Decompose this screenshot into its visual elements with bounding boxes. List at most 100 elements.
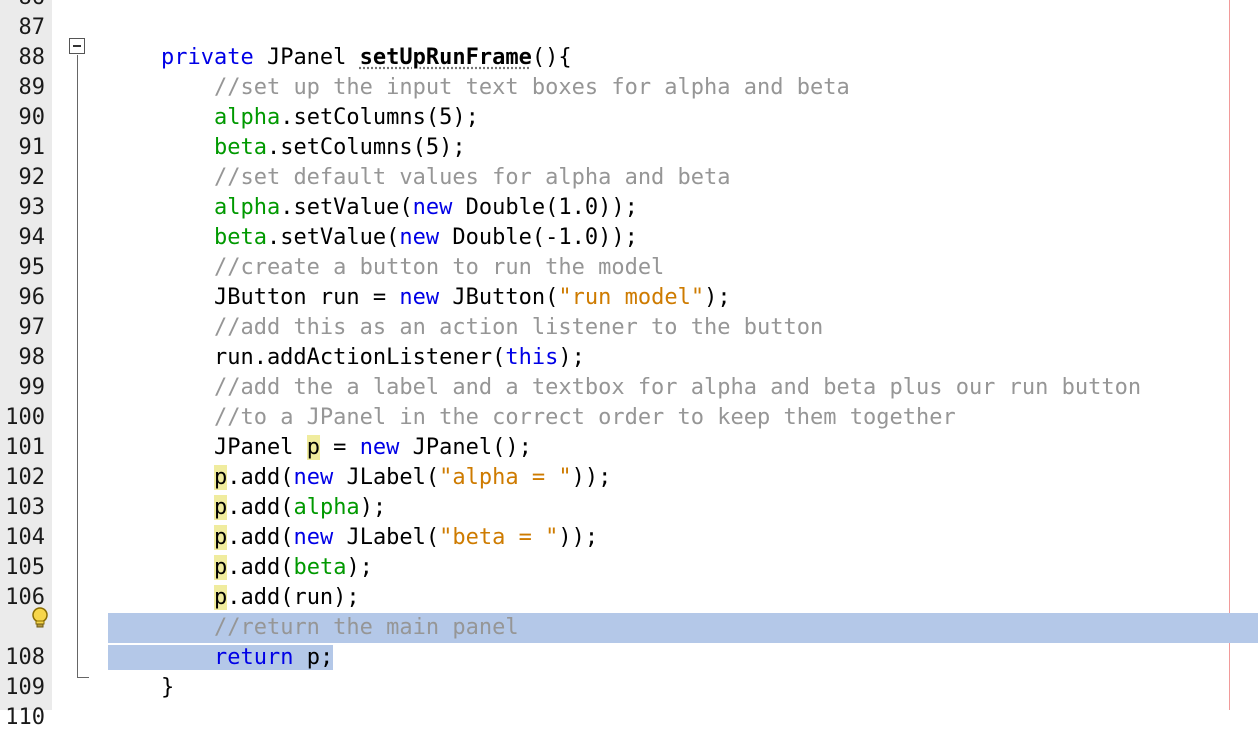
code-line[interactable]: 103 p.add(alpha); bbox=[0, 493, 1258, 523]
code-line[interactable]: 108 return p; bbox=[0, 643, 1258, 673]
code-line[interactable]: 95 //create a button to run the model bbox=[0, 253, 1258, 283]
code-line[interactable]: 86 bbox=[0, 0, 1258, 13]
code-token: beta bbox=[293, 555, 347, 580]
code-token: p bbox=[213, 555, 228, 580]
code-comment: //set default values for alpha and beta bbox=[213, 165, 731, 190]
code-text[interactable]: //return the main panel bbox=[108, 613, 519, 643]
code-line[interactable]: 88 private JPanel setUpRunFrame(){ bbox=[0, 43, 1258, 73]
code-text[interactable]: //set up the input text boxes for alpha … bbox=[108, 73, 850, 103]
line-number: 93 bbox=[18, 195, 46, 220]
code-token: alpha bbox=[213, 195, 281, 220]
code-comment: //add the a label and a textbox for alph… bbox=[213, 375, 1142, 400]
code-line[interactable]: 91 beta.setColumns(5); bbox=[0, 133, 1258, 163]
code-token bbox=[108, 645, 214, 670]
line-number: 109 bbox=[5, 675, 45, 700]
code-line[interactable]: 102 p.add(new JLabel("alpha = ")); bbox=[0, 463, 1258, 493]
code-comment: //return the main panel bbox=[213, 615, 519, 640]
line-number: 101 bbox=[5, 435, 45, 460]
code-text[interactable]: //create a button to run the model bbox=[108, 253, 664, 283]
line-number: 90 bbox=[18, 105, 46, 130]
code-editor[interactable]: 86 87 88 private JPanel setUpRunFrame(){89… bbox=[0, 0, 1258, 733]
code-token: ); bbox=[704, 285, 731, 310]
code-token: ); bbox=[346, 555, 373, 580]
code-token: new bbox=[293, 465, 334, 490]
code-token: run.addActionListener( bbox=[108, 345, 506, 370]
code-token: .add( bbox=[227, 525, 294, 550]
line-number: 86 bbox=[0, 0, 46, 13]
code-line[interactable]: 110 bbox=[0, 703, 1258, 733]
code-token: Double(-1.0)); bbox=[439, 225, 638, 250]
code-line[interactable]: 89 //set up the input text boxes for alp… bbox=[0, 73, 1258, 103]
code-line[interactable]: 100 //to a JPanel in the correct order t… bbox=[0, 403, 1258, 433]
code-line[interactable]: 99 //add the a label and a textbox for a… bbox=[0, 373, 1258, 403]
code-line[interactable]: 105 p.add(beta); bbox=[0, 553, 1258, 583]
code-token: alpha bbox=[213, 105, 281, 130]
code-line[interactable]: 94 beta.setValue(new Double(-1.0)); bbox=[0, 223, 1258, 253]
code-text[interactable]: //add this as an action listener to the … bbox=[108, 313, 823, 343]
code-line[interactable]: 101 JPanel p = new JPanel(); bbox=[0, 433, 1258, 463]
code-comment: //add this as an action listener to the … bbox=[213, 315, 824, 340]
code-text[interactable]: p.add(new JLabel("alpha = ")); bbox=[108, 463, 611, 493]
code-text[interactable]: p.add(beta); bbox=[108, 553, 373, 583]
code-line[interactable]: 104 p.add(new JLabel("beta = ")); bbox=[0, 523, 1258, 553]
code-token: p bbox=[213, 525, 228, 550]
code-text[interactable]: beta.setColumns(5); bbox=[108, 133, 466, 163]
code-token: p bbox=[213, 495, 228, 520]
code-token: JPanel bbox=[108, 435, 307, 460]
code-text[interactable]: run.addActionListener(this); bbox=[108, 343, 585, 373]
code-line[interactable]: 87 bbox=[0, 13, 1258, 43]
code-token: .setColumns(5); bbox=[266, 135, 466, 160]
lightbulb-hint-icon[interactable] bbox=[29, 606, 51, 630]
code-text[interactable]: //set default values for alpha and beta bbox=[108, 163, 731, 193]
code-token: } bbox=[108, 675, 175, 700]
line-number: 102 bbox=[5, 465, 45, 490]
code-text[interactable]: p.add(alpha); bbox=[108, 493, 386, 523]
code-text[interactable]: JButton run = new JButton("run model"); bbox=[108, 283, 731, 313]
code-text[interactable]: p.add(new JLabel("beta = ")); bbox=[108, 523, 598, 553]
collapse-icon[interactable] bbox=[69, 38, 85, 54]
code-token: JPanel(); bbox=[399, 435, 532, 460]
code-line[interactable]: 109 } bbox=[0, 673, 1258, 703]
code-text[interactable]: beta.setValue(new Double(-1.0)); bbox=[108, 223, 638, 253]
code-text[interactable]: return p; bbox=[108, 643, 334, 673]
code-token: new bbox=[399, 285, 440, 310]
code-token: = bbox=[319, 435, 360, 460]
code-line[interactable]: 98 run.addActionListener(this); bbox=[0, 343, 1258, 373]
code-token: p bbox=[306, 435, 320, 460]
code-line[interactable]: //return the main panel bbox=[0, 613, 1258, 643]
code-line[interactable]: 92 //set default values for alpha and be… bbox=[0, 163, 1258, 193]
line-number: 87 bbox=[18, 15, 46, 40]
code-line[interactable]: 96 JButton run = new JButton("run model"… bbox=[0, 283, 1258, 313]
line-number: 89 bbox=[18, 75, 46, 100]
code-text[interactable]: //add the a label and a textbox for alph… bbox=[108, 373, 1141, 403]
code-line[interactable]: 97 //add this as an action listener to t… bbox=[0, 313, 1258, 343]
code-token: JButton( bbox=[439, 285, 559, 310]
code-text[interactable]: p.add(run); bbox=[108, 583, 360, 613]
code-text[interactable]: } bbox=[108, 673, 174, 703]
code-text[interactable]: alpha.setColumns(5); bbox=[108, 103, 479, 133]
code-text[interactable]: //to a JPanel in the correct order to ke… bbox=[108, 403, 956, 433]
code-text[interactable]: alpha.setValue(new Double(1.0)); bbox=[108, 193, 638, 223]
code-token: return bbox=[213, 645, 294, 670]
code-comment: //set up the input text boxes for alpha … bbox=[213, 75, 850, 100]
code-line[interactable]: 93 alpha.setValue(new Double(1.0)); bbox=[0, 193, 1258, 223]
code-text[interactable]: JPanel p = new JPanel(); bbox=[108, 433, 532, 463]
code-comment: //create a button to run the model bbox=[213, 255, 665, 280]
code-token: ); bbox=[359, 495, 387, 520]
code-line[interactable]: 90 alpha.setColumns(5); bbox=[0, 103, 1258, 133]
fold-range-line bbox=[77, 55, 78, 678]
code-token: beta bbox=[213, 225, 267, 250]
code-token: )); bbox=[571, 465, 612, 490]
code-text[interactable]: private JPanel setUpRunFrame(){ bbox=[108, 43, 572, 73]
code-line[interactable]: 106 p.add(run); bbox=[0, 583, 1258, 613]
